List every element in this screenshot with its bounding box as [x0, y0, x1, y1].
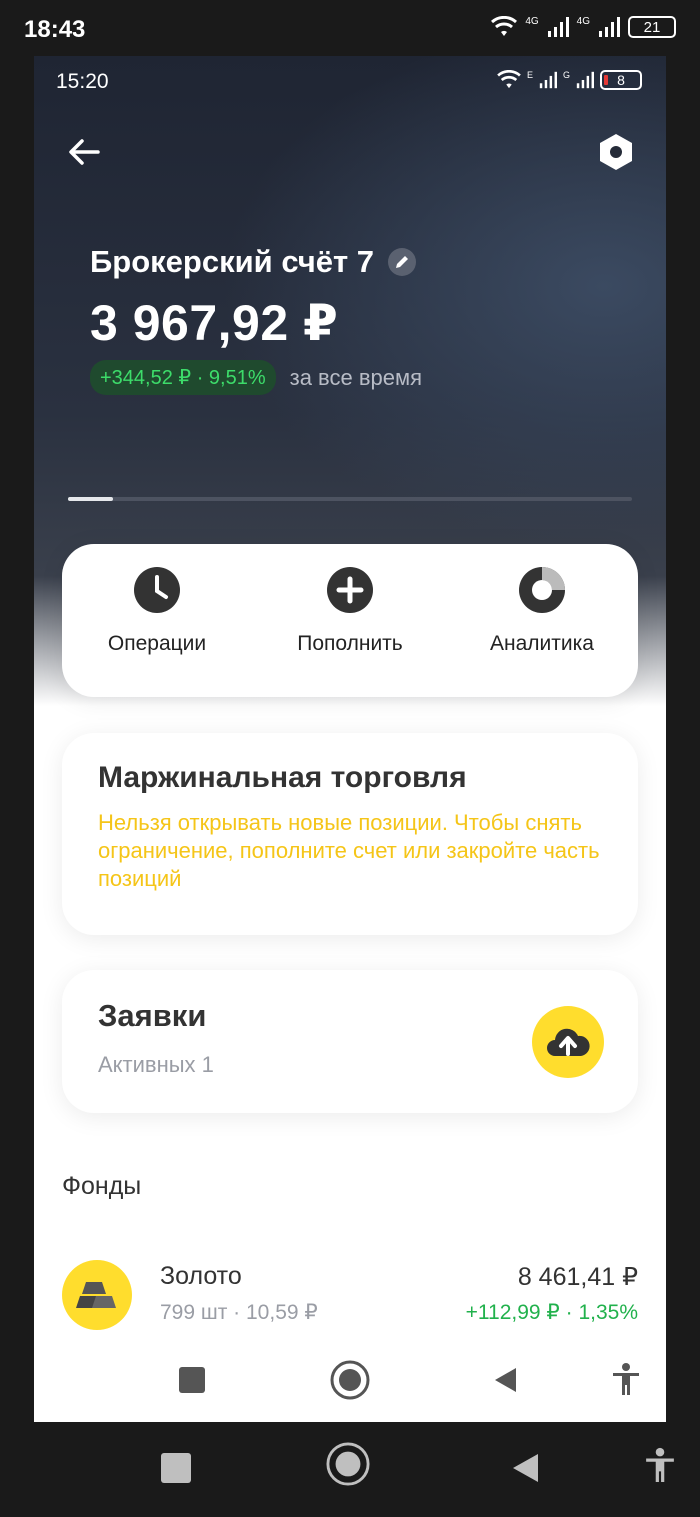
topup-label: Пополнить [297, 632, 403, 655]
cloud-upload-icon [532, 1006, 604, 1078]
network-type-label: 4G [525, 16, 539, 27]
topup-button[interactable]: Пополнить [265, 566, 435, 656]
wifi-icon [497, 70, 521, 89]
operations-label: Операции [107, 632, 207, 655]
analytics-button[interactable]: Аналитика [457, 566, 627, 656]
signal-icon [599, 17, 620, 37]
network-type-label: G [562, 70, 570, 80]
profit-period: за все время [289, 364, 423, 390]
triangle-back-icon [513, 1454, 538, 1482]
outer-status-bar: 18:43 4G 4G 21 [0, 0, 700, 56]
operations-button[interactable]: Операции [72, 566, 242, 656]
battery-icon: 21 [628, 16, 676, 38]
donut-chart-icon [519, 567, 565, 613]
outer-status-icons: 4G 4G 21 [491, 16, 676, 38]
triangle-back-icon [495, 1368, 516, 1392]
battery-icon: 8 [600, 70, 642, 90]
back-button[interactable] [64, 132, 104, 172]
circle-home-icon [330, 1360, 370, 1400]
home-button[interactable] [326, 1442, 370, 1486]
signal-icon [576, 71, 594, 89]
inner-status-icons: E G 8 [497, 70, 642, 90]
profit-badge: +344,52 ₽ · 9,51% [90, 360, 276, 395]
wifi-icon [491, 16, 518, 36]
accessibility-icon [613, 1363, 639, 1395]
account-name[interactable]: Брокерский счёт 7 [90, 244, 417, 280]
carousel-progress-fill [68, 497, 114, 501]
recents-button[interactable] [154, 1446, 198, 1490]
signal-icon [539, 71, 557, 89]
margin-title: Маржинальная торговля [98, 761, 467, 794]
inner-clock: 15:20 [56, 70, 109, 93]
fund-value: 8 461,41 ₽ [517, 1263, 638, 1291]
arrow-left-icon [69, 139, 100, 165]
network-type-label: E [526, 70, 533, 80]
accessibility-button[interactable] [638, 1444, 682, 1488]
settings-button[interactable] [596, 132, 636, 172]
pencil-icon[interactable] [388, 248, 417, 276]
fund-change: +112,99 ₽ · 1,35% [465, 1301, 638, 1324]
battery-level: 8 [617, 72, 625, 88]
fund-item[interactable]: Золото 799 шт · 10,59 ₽ 8 461,41 ₽ +112,… [62, 1256, 638, 1336]
plus-circle-icon [327, 567, 373, 613]
inner-navigation-bar [34, 1346, 666, 1416]
recents-button[interactable] [170, 1358, 214, 1402]
back-nav-button[interactable] [504, 1446, 548, 1490]
account-name-text: Брокерский счёт 7 [90, 244, 375, 279]
account-balance: 3 967,92 ₽ [90, 295, 339, 351]
home-button[interactable] [328, 1358, 372, 1402]
profit-row: +344,52 ₽ · 9,51% за все время [90, 360, 422, 395]
outer-navigation-bar [0, 1422, 700, 1517]
funds-section-title: Фонды [62, 1172, 142, 1200]
outer-clock: 18:43 [24, 16, 86, 43]
inner-status-bar: 15:20 E G 8 [34, 56, 666, 106]
clock-icon [134, 567, 180, 613]
quick-actions-card: Операции Пополнить Аналитика [62, 544, 638, 697]
signal-icon [547, 17, 569, 37]
app-screen: 15:20 E G 8 Брокерский счёт 7 3 967,92 ₽… [34, 56, 666, 1422]
orders-subtitle: Активных 1 [98, 1052, 214, 1077]
square-icon [179, 1367, 205, 1393]
gold-bars-icon [62, 1260, 132, 1330]
circle-home-icon [326, 1442, 370, 1486]
margin-trading-card[interactable]: Маржинальная торговля Нельзя открывать н… [62, 733, 638, 935]
orders-card[interactable]: Заявки Активных 1 [62, 970, 638, 1113]
orders-title: Заявки [98, 998, 207, 1033]
margin-warning: Нельзя открывать новые позиции. Чтобы сн… [98, 810, 600, 891]
fund-name: Золото [160, 1262, 242, 1290]
network-type-label: 4G [576, 16, 590, 27]
fund-quantity-price: 799 шт · 10,59 ₽ [160, 1301, 318, 1324]
accessibility-icon [646, 1447, 674, 1482]
hexagon-settings-icon [600, 134, 632, 170]
square-icon [161, 1453, 191, 1483]
accessibility-button[interactable] [604, 1358, 648, 1402]
analytics-label: Аналитика [490, 632, 594, 655]
battery-level: 21 [643, 18, 661, 36]
back-nav-button[interactable] [484, 1358, 528, 1402]
carousel-progress [68, 497, 632, 501]
